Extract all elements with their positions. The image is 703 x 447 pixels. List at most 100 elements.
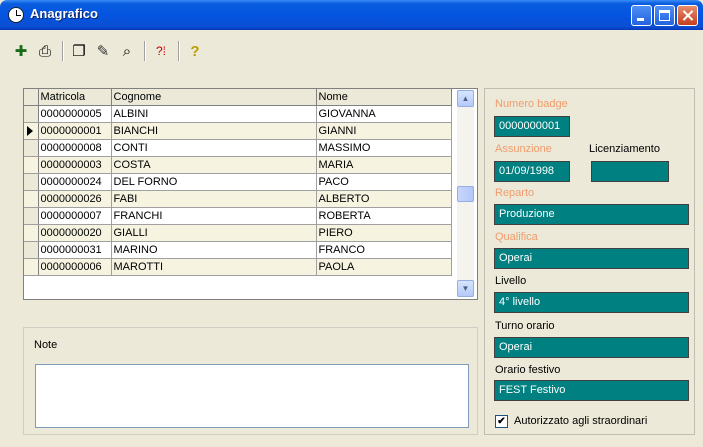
toolbar-separator [144, 41, 146, 61]
column-header-cognome[interactable]: Cognome [111, 89, 317, 106]
row-indicator-header [24, 89, 39, 106]
table-row[interactable]: 0000000007 FRANCHI ROBERTA [24, 207, 452, 225]
matricola-cell[interactable]: 0000000006 [38, 258, 112, 276]
column-header-nome[interactable]: Nome [316, 89, 452, 106]
orario-festivo-field[interactable]: FEST Festivo [494, 380, 689, 401]
table-row[interactable]: 0000000020 GIALLI PIERO [24, 224, 452, 242]
details-panel: Numero badge 0000000001 Assunzione Licen… [484, 88, 695, 435]
matricola-cell[interactable]: 0000000005 [38, 105, 112, 123]
grid-scrollbar[interactable]: ▲ ▼ [457, 90, 474, 297]
close-button[interactable] [677, 5, 698, 26]
matricola-cell[interactable]: 0000000020 [38, 224, 112, 242]
table-row[interactable]: 0000000001 BIANCHI GIANNI [24, 122, 452, 140]
cognome-cell[interactable]: FRANCHI [111, 207, 317, 225]
cognome-cell[interactable]: GIALLI [111, 224, 317, 242]
edit-icon[interactable]: ✎ [92, 40, 114, 62]
title-bar[interactable]: Anagrafico [0, 0, 703, 30]
minimize-button[interactable] [631, 5, 652, 26]
search-icon[interactable]: ⌕ [116, 40, 138, 62]
row-indicator[interactable] [24, 122, 39, 140]
employee-grid[interactable]: Matricola Cognome Nome 0000000005 ALBINI G… [23, 88, 478, 300]
help-context-icon[interactable]: ?⁞ [150, 40, 172, 62]
nome-cell[interactable]: PAOLA [316, 258, 452, 276]
cognome-cell[interactable]: COSTA [111, 156, 317, 174]
nome-cell[interactable]: ALBERTO [316, 190, 452, 208]
orario-festivo-label: Orario festivo [495, 364, 561, 376]
scroll-thumb[interactable] [457, 186, 474, 202]
note-label: Note [34, 339, 58, 351]
row-indicator[interactable] [24, 207, 39, 225]
numero-badge-label: Numero badge [495, 98, 568, 110]
toolbar-separator [178, 41, 180, 61]
matricola-cell[interactable]: 0000000026 [38, 190, 112, 208]
livello-label: Livello [495, 275, 527, 287]
table-row[interactable]: 0000000006 MAROTTI PAOLA [24, 258, 452, 276]
note-textarea[interactable] [35, 364, 469, 428]
nome-cell[interactable]: PIERO [316, 224, 452, 242]
window-title: Anagrafico [30, 6, 98, 21]
nome-cell[interactable]: MARIA [316, 156, 452, 174]
reparto-label: Reparto [495, 187, 535, 199]
straordinari-checkbox[interactable]: ✔ [495, 415, 508, 428]
nome-cell[interactable]: FRANCO [316, 241, 452, 259]
table-row[interactable]: 0000000024 DEL FORNO PACO [24, 173, 452, 191]
row-indicator[interactable] [24, 190, 39, 208]
print-icon[interactable]: ⎙ [34, 40, 56, 62]
cognome-cell[interactable]: ALBINI [111, 105, 317, 123]
scroll-down-button[interactable]: ▼ [457, 280, 474, 297]
nome-cell[interactable]: PACO [316, 173, 452, 191]
qualifica-field[interactable]: Operai [494, 248, 689, 269]
nome-cell[interactable]: MASSIMO [316, 139, 452, 157]
matricola-cell[interactable]: 0000000008 [38, 139, 112, 157]
maximize-button[interactable] [654, 5, 675, 26]
assunzione-field[interactable]: 01/09/1998 [494, 161, 570, 182]
matricola-cell[interactable]: 0000000001 [38, 122, 112, 140]
row-indicator[interactable] [24, 241, 39, 259]
cognome-cell[interactable]: DEL FORNO [111, 173, 317, 191]
employee-table: Matricola Cognome Nome 0000000005 ALBINI G… [24, 89, 452, 276]
row-indicator[interactable] [24, 139, 39, 157]
row-indicator[interactable] [24, 173, 39, 191]
table-row[interactable]: 0000000005 ALBINI GIOVANNA [24, 105, 452, 123]
row-indicator[interactable] [24, 105, 39, 123]
help-icon[interactable]: ? [184, 40, 206, 62]
cognome-cell[interactable]: BIANCHI [111, 122, 317, 140]
matricola-cell[interactable]: 0000000007 [38, 207, 112, 225]
table-row[interactable]: 0000000031 MARINO FRANCO [24, 241, 452, 259]
row-indicator[interactable] [24, 224, 39, 242]
straordinari-label: Autorizzato agli straordinari [514, 415, 648, 427]
nome-cell[interactable]: GIOVANNA [316, 105, 452, 123]
scroll-up-button[interactable]: ▲ [457, 90, 474, 107]
turno-orario-field[interactable]: Operai [494, 337, 689, 358]
licenziamento-field[interactable] [591, 161, 669, 182]
nome-cell[interactable]: ROBERTA [316, 207, 452, 225]
table-row[interactable]: 0000000003 COSTA MARIA [24, 156, 452, 174]
nome-cell[interactable]: GIANNI [316, 122, 452, 140]
matricola-cell[interactable]: 0000000031 [38, 241, 112, 259]
livello-field[interactable]: 4° livello [494, 292, 689, 313]
matricola-cell[interactable]: 0000000003 [38, 156, 112, 174]
reparto-field[interactable]: Produzione [494, 204, 689, 225]
row-indicator[interactable] [24, 156, 39, 174]
table-row[interactable]: 0000000008 CONTI MASSIMO [24, 139, 452, 157]
cognome-cell[interactable]: CONTI [111, 139, 317, 157]
note-panel: Note [23, 327, 478, 435]
toolbar-separator [62, 41, 64, 61]
new-record-icon[interactable]: ✚ [10, 40, 32, 62]
row-indicator[interactable] [24, 258, 39, 276]
table-row[interactable]: 0000000026 FABI ALBERTO [24, 190, 452, 208]
turno-orario-label: Turno orario [495, 320, 555, 332]
clock-icon [8, 7, 24, 23]
table-header-row: Matricola Cognome Nome [24, 89, 452, 106]
cognome-cell[interactable]: FABI [111, 190, 317, 208]
current-row-arrow-icon [27, 126, 33, 136]
cognome-cell[interactable]: MAROTTI [111, 258, 317, 276]
copy-icon[interactable]: ❐ [68, 40, 90, 62]
numero-badge-field[interactable]: 0000000001 [494, 116, 570, 137]
column-header-matricola[interactable]: Matricola [38, 89, 112, 106]
qualifica-label: Qualifica [495, 231, 538, 243]
matricola-cell[interactable]: 0000000024 [38, 173, 112, 191]
licenziamento-label: Licenziamento [589, 143, 660, 155]
toolbar: ✚ ⎙ ❐ ✎ ⌕ ?⁞ ? [4, 30, 699, 74]
cognome-cell[interactable]: MARINO [111, 241, 317, 259]
